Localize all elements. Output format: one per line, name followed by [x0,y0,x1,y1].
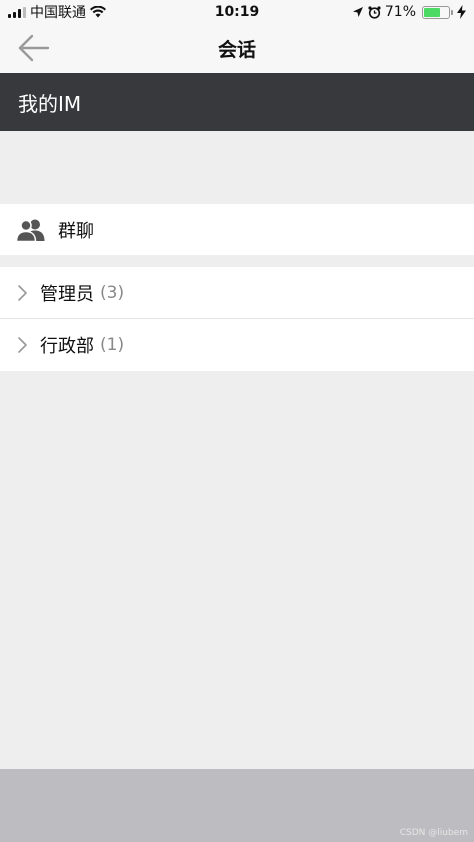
list-item-count: (3) [100,282,125,303]
watermark: CSDN @liubem [399,828,468,838]
list-item-name: 行政部 [40,336,94,357]
department-list: 管理员 (3) 行政部 (1) [0,267,474,371]
group-chat-row[interactable]: 群聊 [0,204,474,255]
group-users-icon [16,219,45,242]
location-arrow-icon [352,7,363,17]
list-item-admin[interactable]: 管理员 (3) [0,267,474,319]
battery-fill [424,7,440,17]
group-chat-label: 群聊 [58,220,94,242]
page-title: 会话 [217,39,256,61]
battery-icon [422,5,450,19]
charging-bolt-icon [457,5,466,19]
alarm-clock-icon [368,5,381,19]
wifi-icon [90,6,106,18]
back-button[interactable] [18,30,60,66]
carrier-label: 中国联通 [30,5,86,21]
status-bar: 中国联通 10:19 71% [0,0,474,24]
chevron-right-icon [18,284,27,301]
status-left: 中国联通 [8,2,106,22]
battery-cap [451,9,453,15]
list-item-name: 管理员 [40,283,94,305]
battery-percent: 71% [384,4,416,20]
im-header: 我的IM [0,73,474,131]
status-right: 71% [352,4,466,20]
bottom-bar: CSDN @liubem [0,769,474,842]
navigation-bar: 会话 [0,24,474,73]
im-header-title: 我的IM [18,91,82,116]
chevron-right-icon [18,337,27,353]
list-item-count: (1) [100,335,125,355]
back-arrow-icon [18,34,50,62]
signal-icon [8,6,26,18]
list-item-admin-dept[interactable]: 行政部 (1) [0,319,474,371]
